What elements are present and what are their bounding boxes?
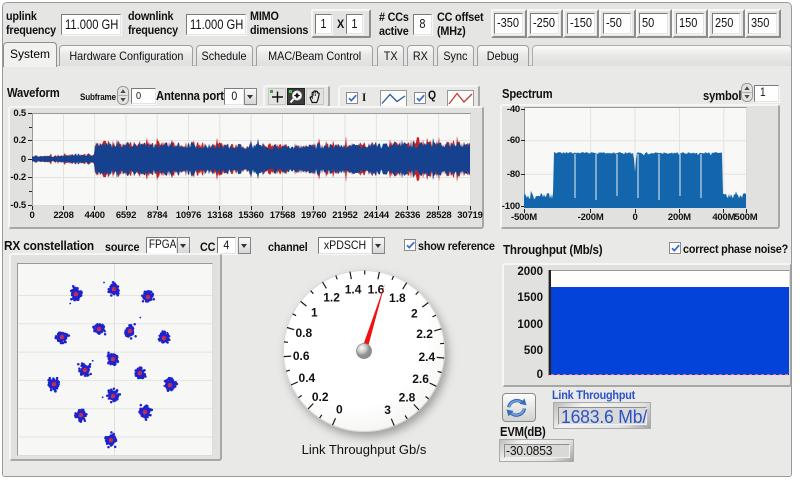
- svg-text:2.2: 2.2: [416, 327, 433, 341]
- svg-text:1.4: 1.4: [345, 283, 362, 297]
- svg-text:2.4: 2.4: [418, 350, 435, 364]
- svg-text:0.8: 0.8: [295, 326, 312, 340]
- svg-text:0.4: 0.4: [299, 371, 316, 385]
- svg-text:1.2: 1.2: [323, 291, 340, 305]
- svg-text:1: 1: [311, 306, 318, 320]
- svg-text:2.6: 2.6: [412, 372, 429, 386]
- svg-text:0: 0: [336, 403, 343, 417]
- svg-text:0.6: 0.6: [293, 349, 310, 363]
- svg-text:1.6: 1.6: [368, 283, 385, 297]
- svg-text:2.8: 2.8: [399, 391, 416, 405]
- svg-text:3: 3: [384, 403, 391, 417]
- svg-text:1.8: 1.8: [389, 291, 406, 305]
- svg-text:2: 2: [411, 307, 418, 321]
- svg-text:0.2: 0.2: [312, 390, 329, 404]
